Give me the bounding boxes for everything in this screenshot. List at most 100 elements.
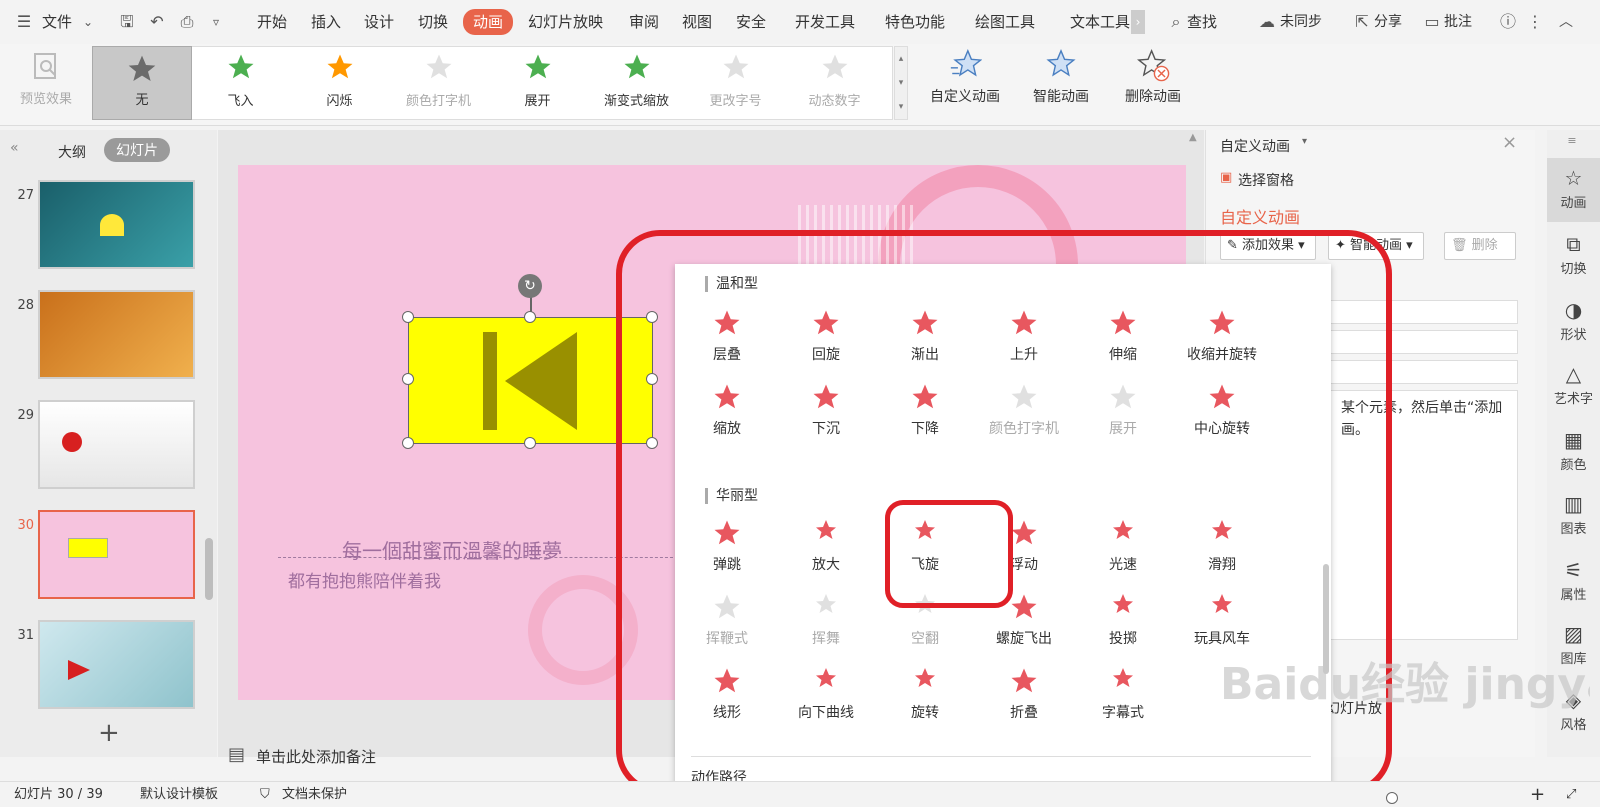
resize-handle[interactable] — [402, 373, 414, 385]
gallery-scroll[interactable]: ▴ ▾ ▾ — [894, 46, 908, 120]
anim-fancy-13[interactable]: 向下曲线 — [776, 658, 876, 732]
anim-gentle-11[interactable]: 中心旋转 — [1172, 374, 1272, 448]
side-tool-animation[interactable]: ☆ 动画 — [1547, 158, 1600, 222]
delete-animation-button[interactable]: 删除动画 — [1110, 48, 1196, 106]
anim-fancy-5[interactable]: 滑翔 — [1172, 510, 1272, 584]
share-icon[interactable]: ⇱ — [1352, 0, 1372, 44]
help-icon[interactable]: ⓘ — [1497, 0, 1519, 44]
resize-handle[interactable] — [402, 437, 414, 449]
undo-icon[interactable]: ↶ — [146, 0, 168, 44]
anim-fancy-12[interactable]: 线形 — [677, 658, 777, 732]
anim-gentle-2[interactable]: 渐出 — [875, 300, 975, 374]
custom-animation-button[interactable]: 自定义动画 — [920, 48, 1010, 106]
tab-slides[interactable]: 幻灯片 — [104, 138, 170, 162]
add-effect-button[interactable]: ✎ 添加效果 ▾ — [1220, 232, 1316, 260]
anim-fancy-0[interactable]: 弹跳 — [677, 510, 777, 584]
anim-gentle-8[interactable]: 下降 — [875, 374, 975, 448]
print-icon[interactable]: ⎙ — [176, 0, 198, 44]
anim-gentle-3[interactable]: 上升 — [974, 300, 1074, 374]
tab-slideshow[interactable]: 幻灯片放映 — [528, 0, 603, 44]
more-icon[interactable]: ⋮ — [1527, 0, 1543, 44]
effect-flash[interactable]: 闪烁 — [290, 50, 389, 120]
file-menu[interactable]: 文件 — [42, 0, 72, 44]
effect-change-font-size[interactable]: 更改字号 — [686, 50, 785, 120]
comment-icon[interactable]: ▭ — [1422, 0, 1442, 44]
tab-view[interactable]: 视图 — [682, 0, 712, 44]
smart-animation-button[interactable]: 智能动画 — [1020, 48, 1102, 106]
rotate-handle-icon[interactable]: ↻ — [518, 274, 542, 298]
pane-scroll-up[interactable]: ▲ — [1189, 132, 1197, 143]
cloud-icon[interactable]: ☁ — [1256, 0, 1278, 44]
slide-thumbnail-29[interactable] — [38, 400, 195, 489]
fit-window-icon[interactable]: ⤢ — [1566, 782, 1576, 807]
tab-features[interactable]: 特色功能 — [885, 0, 945, 44]
slide-thumbnail-30[interactable] — [38, 510, 195, 599]
effect-expand[interactable]: 展开 — [488, 50, 587, 120]
anim-gentle-10[interactable]: 展开 — [1073, 374, 1173, 448]
anim-fancy-16[interactable]: 字幕式 — [1073, 658, 1173, 732]
chevron-down-icon[interactable]: ▾ — [1302, 136, 1307, 147]
preview-effect-button[interactable]: 预览效果 — [14, 50, 78, 107]
select-pane-link[interactable]: 选择窗格 — [1238, 170, 1294, 190]
tab-security[interactable]: 安全 — [736, 0, 766, 44]
menu-lines-icon[interactable]: ≡ — [1550, 134, 1594, 147]
tab-outline[interactable]: 大纲 — [58, 142, 86, 162]
anim-fancy-14[interactable]: 旋转 — [875, 658, 975, 732]
resize-handle[interactable] — [646, 437, 658, 449]
side-tool-color[interactable]: ▦ 颜色 — [1547, 420, 1600, 484]
resize-handle[interactable] — [646, 311, 658, 323]
effect-none-selected[interactable]: 无 — [92, 46, 192, 120]
resize-handle[interactable] — [524, 437, 536, 449]
slide-thumbnail-31[interactable] — [38, 620, 195, 709]
anim-gentle-4[interactable]: 伸缩 — [1073, 300, 1173, 374]
chevron-down-icon[interactable]: ⌄ — [80, 0, 96, 44]
collapse-ribbon-icon[interactable]: ︿ — [1556, 0, 1576, 44]
comment-button[interactable]: 批注 — [1444, 0, 1472, 44]
anim-gentle-0[interactable]: 层叠 — [677, 300, 777, 374]
side-tool-properties[interactable]: ⚟ 属性 — [1547, 550, 1600, 614]
slide-thumbnail-28[interactable] — [38, 290, 195, 379]
yellow-action-button[interactable] — [408, 317, 653, 444]
chevron-right-icon[interactable]: › — [1131, 10, 1145, 34]
anim-fancy-6[interactable]: 挥鞭式 — [677, 584, 777, 658]
side-tool-shape[interactable]: ◑ 形状 — [1547, 290, 1600, 354]
anim-fancy-11[interactable]: 玩具风车 — [1172, 584, 1272, 658]
anim-fancy-4[interactable]: 光速 — [1073, 510, 1173, 584]
tab-drawing-tools[interactable]: 绘图工具 — [975, 0, 1035, 44]
side-tool-wordart[interactable]: △ 艺术字 — [1547, 354, 1600, 418]
resize-handle[interactable] — [646, 373, 658, 385]
zoom-in-icon[interactable]: + — [1530, 782, 1545, 807]
anim-fancy-1[interactable]: 放大 — [776, 510, 876, 584]
hamburger-icon[interactable]: ☰ — [14, 0, 34, 44]
pane-title[interactable]: 自定义动画 — [1220, 136, 1290, 156]
share-button[interactable]: 分享 — [1374, 0, 1402, 44]
effect-dynamic-number[interactable]: 动态数字 — [785, 50, 884, 120]
anim-fancy-10[interactable]: 投掷 — [1073, 584, 1173, 658]
resize-handle[interactable] — [402, 311, 414, 323]
side-tool-transition[interactable]: ⧉ 切换 — [1547, 224, 1600, 288]
anim-fancy-7[interactable]: 挥舞 — [776, 584, 876, 658]
effect-color-typewriter[interactable]: 颜色打字机 — [389, 50, 488, 120]
sync-status[interactable]: 未同步 — [1280, 0, 1322, 44]
anim-fancy-2[interactable]: 飞旋 — [875, 510, 975, 584]
effect-fly-in[interactable]: 飞入 — [191, 50, 290, 120]
close-icon[interactable]: × — [1502, 132, 1517, 153]
anim-gentle-7[interactable]: 下沉 — [776, 374, 876, 448]
template-name[interactable]: 默认设计模板 — [140, 782, 218, 807]
tab-text-tools[interactable]: 文本工具 — [1070, 0, 1130, 44]
anim-fancy-15[interactable]: 折叠 — [974, 658, 1074, 732]
panel-scrollbar[interactable] — [205, 538, 213, 600]
tab-review[interactable]: 审阅 — [629, 0, 659, 44]
resize-handle[interactable] — [524, 311, 536, 323]
save-icon[interactable]: 🖫 — [116, 0, 138, 44]
search-icon[interactable]: ⌕ — [1166, 0, 1186, 44]
anim-gentle-1[interactable]: 回旋 — [776, 300, 876, 374]
tab-developer[interactable]: 开发工具 — [795, 0, 855, 44]
customize-icon[interactable]: ▿ — [208, 0, 224, 44]
protection-status[interactable]: 文档未保护 — [282, 782, 347, 807]
smart-animation-button-pane[interactable]: ✦ 智能动画 ▾ — [1328, 232, 1424, 260]
tab-design[interactable]: 设计 — [364, 0, 394, 44]
tab-start[interactable]: 开始 — [257, 0, 287, 44]
slide-text-line2[interactable]: 都有抱抱熊陪伴着我 — [288, 567, 441, 592]
anim-gentle-9[interactable]: 颜色打字机 — [974, 374, 1074, 448]
